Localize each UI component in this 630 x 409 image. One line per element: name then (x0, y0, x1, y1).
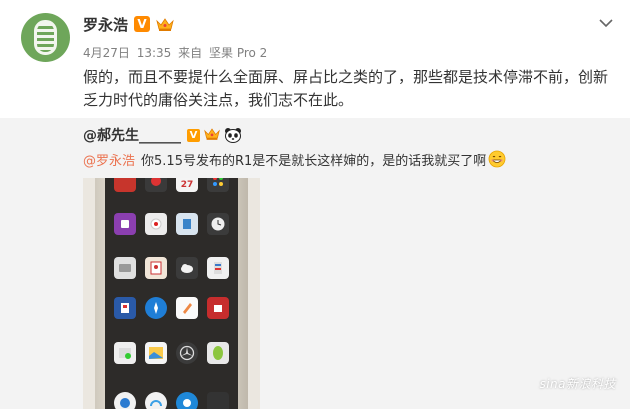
repost-user-row: @郝先生______ V (83, 125, 242, 145)
panda-badge-icon (224, 127, 242, 143)
app-row (105, 388, 238, 409)
app-icon (110, 293, 140, 323)
post-source-prefix: 来自 (178, 46, 203, 60)
mention-link[interactable]: @罗永浩 (83, 150, 135, 169)
app-row (105, 209, 238, 239)
app-icon (203, 178, 233, 196)
calendar-icon: 27 (172, 178, 202, 196)
verified-badge-icon: V (187, 128, 200, 142)
app-icon (172, 338, 202, 368)
phone-homescreen-image[interactable]: 27 (83, 178, 260, 409)
app-icon (110, 178, 140, 196)
author-name[interactable]: 罗永浩 (83, 14, 128, 35)
clock-icon (203, 209, 233, 239)
watermark-text: 新浪科技 (565, 377, 616, 391)
app-icon (141, 293, 171, 323)
app-icon (110, 209, 140, 239)
app-icon (203, 388, 233, 409)
cocoon-avatar-icon (34, 20, 57, 55)
sina-watermark: sina新浪科技 (539, 375, 616, 392)
app-row (105, 338, 238, 368)
repost-text: 你5.15号发布的R1是不是就长这样婶的，是的话我就买了啊 (141, 153, 487, 169)
chevron-down-icon[interactable] (598, 14, 614, 28)
app-icon (141, 178, 171, 196)
author-row: 罗永浩 V (83, 14, 176, 34)
repost-user-name[interactable]: @郝先生______ (83, 125, 181, 145)
app-icon (203, 253, 233, 283)
verified-badge-icon: V (134, 16, 151, 32)
weibo-post: 罗永浩 V 4月27日 13:35 来自 坚果 Pro 2 假的，而且不要提什么… (0, 0, 630, 118)
post-meta: 4月27日 13:35 来自 坚果 Pro 2 (83, 44, 270, 61)
app-row: 27 (105, 178, 238, 196)
gallery-icon (141, 338, 171, 368)
notes-icon (172, 293, 202, 323)
app-icon (110, 338, 140, 368)
post-text: 假的，而且不要提什么全面屏、屏占比之类的了，那些都是技术停滞不前，创新乏力时代的… (83, 68, 609, 109)
phone-screen: 27 (105, 178, 238, 409)
app-icon (141, 209, 171, 239)
app-icon (141, 388, 171, 409)
post-source[interactable]: 坚果 Pro 2 (209, 46, 267, 60)
app-row (105, 253, 238, 283)
sina-logo: sina (539, 377, 566, 391)
app-icon (110, 253, 140, 283)
app-icon (203, 338, 233, 368)
grinning-face-icon (488, 150, 506, 168)
vip-crown-icon (203, 126, 221, 145)
app-icon (172, 388, 202, 409)
post-time[interactable]: 13:35 (137, 46, 172, 60)
repost-block[interactable]: @郝先生______ V @罗永浩 你5.15号发布的R1是不是就长这样婶的，是… (0, 118, 630, 409)
repost-text-row: @罗永浩 你5.15号发布的R1是不是就长这样婶的，是的话我就买了啊 (83, 149, 506, 169)
author-avatar[interactable] (21, 13, 70, 62)
vip-crown-icon (154, 16, 176, 32)
weather-icon (172, 253, 202, 283)
app-icon (172, 209, 202, 239)
post-date[interactable]: 4月27日 (83, 46, 130, 60)
app-icon (110, 388, 140, 409)
app-row (105, 293, 238, 323)
app-icon (203, 293, 233, 323)
app-icon (141, 253, 171, 283)
